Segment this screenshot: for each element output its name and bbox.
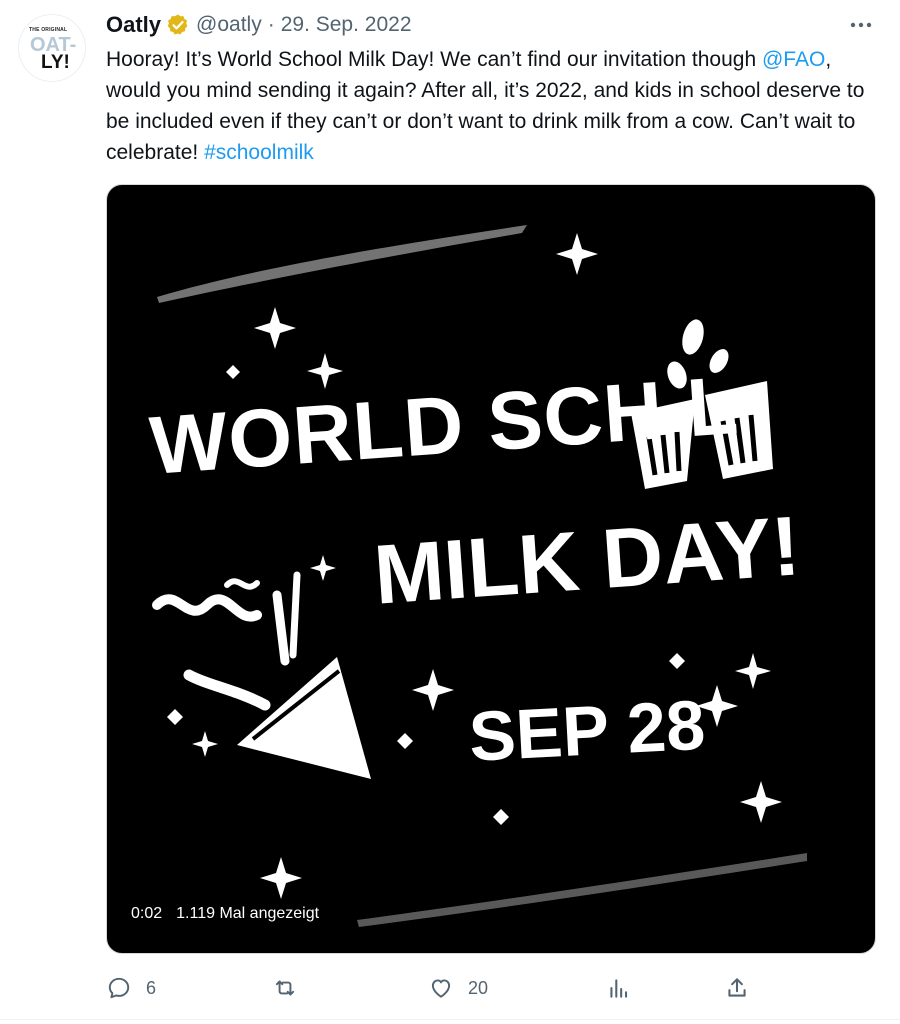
retweet-icon (275, 980, 295, 996)
tweet-text: Hooray! It’s World School Milk Day! We c… (106, 44, 876, 168)
mention-link[interactable]: @FAO (762, 48, 825, 71)
like-button[interactable]: 20 (428, 970, 488, 1006)
views-button[interactable] (606, 970, 632, 1006)
tweet-date[interactable]: 29. Sep. 2022 (281, 13, 412, 37)
tweet-text-part1: Hooray! It’s World School Milk Day! We c… (106, 48, 762, 71)
action-bar: 6 20 (106, 970, 876, 1006)
tweet-divider (0, 1019, 900, 1020)
verified-badge-icon[interactable] (166, 13, 190, 37)
like-count: 20 (468, 977, 489, 998)
video-view-count: 1.119 Mal angezeigt (176, 905, 320, 922)
more-icon[interactable] (846, 15, 876, 35)
reply-count: 6 (146, 977, 157, 998)
video-overlay: 0:02 1.119 Mal angezeigt (131, 905, 319, 923)
reply-button[interactable]: 6 (106, 970, 156, 1006)
hashtag-link[interactable]: #schoolmilk (204, 141, 314, 164)
like-icon (431, 979, 451, 998)
media-date-text: SEP 28 (467, 685, 707, 776)
avatar[interactable]: THE ORIGINAL OAT- LY! (18, 14, 86, 82)
share-button[interactable] (724, 970, 750, 1006)
share-icon (728, 978, 746, 997)
header-separator: · (267, 13, 275, 36)
media-video[interactable]: WORLD SCH L MILK DAY! SEP 28 0:02 1.119 … (106, 184, 876, 954)
reply-icon (108, 977, 130, 999)
author-name[interactable]: Oatly (106, 12, 161, 38)
video-time: 0:02 (131, 905, 163, 922)
avatar-logo-line2: LY! (41, 52, 70, 73)
views-icon (610, 979, 628, 998)
tweet[interactable]: THE ORIGINAL OAT- LY! Oatly @oatly · 29.… (0, 0, 900, 1024)
author-handle[interactable]: @oatly (196, 13, 262, 37)
tweet-header: Oatly @oatly · 29. Sep. 2022 (106, 10, 412, 40)
avatar-tagline: THE ORIGINAL (29, 27, 68, 33)
retweet-button[interactable] (272, 970, 312, 1006)
